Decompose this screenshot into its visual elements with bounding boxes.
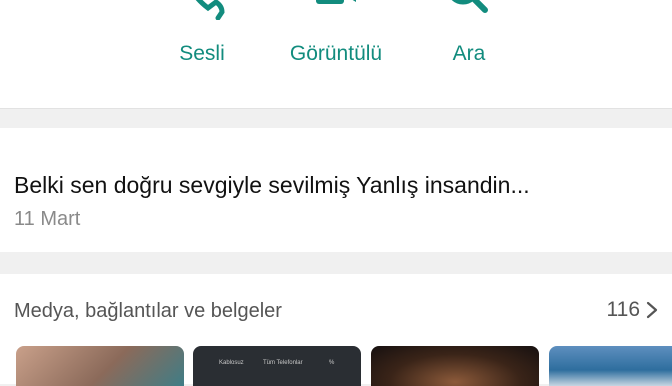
media-count: 116 (606, 298, 640, 321)
video-camera-icon (316, 0, 356, 4)
voice-call-button[interactable]: Sesli (142, 0, 262, 100)
thumbnail-text: Kablosuz (219, 360, 244, 366)
about-status-text: Belki sen doğru sevgiyle sevilmiş Yanlış… (14, 172, 530, 198)
video-call-label: Görüntülü (289, 42, 383, 65)
media-links-docs-section: Medya, bağlantılar ve belgeler 116 Kablo… (0, 274, 672, 386)
about-status-card[interactable]: Belki sen doğru sevgiyle sevilmiş Yanlış… (0, 128, 672, 252)
search-icon (451, 0, 488, 13)
voice-call-label: Sesli (179, 42, 225, 65)
media-count-link[interactable]: 116 (607, 298, 658, 322)
phone-icon (195, 0, 225, 20)
contact-actions: Sesli Görüntülü Ara (0, 0, 672, 109)
media-thumbnail[interactable]: Kablosuz Tüm Telefonlar % (193, 346, 361, 386)
media-thumbnail[interactable] (371, 346, 539, 386)
video-call-button[interactable]: Görüntülü (276, 0, 396, 100)
media-thumbnail[interactable] (549, 346, 672, 386)
media-section-title[interactable]: Medya, bağlantılar ve belgeler (14, 300, 282, 323)
search-button[interactable]: Ara (409, 0, 529, 100)
media-thumbnail[interactable] (16, 346, 184, 386)
search-label: Ara (452, 42, 486, 65)
about-status-date: 11 Mart (14, 208, 81, 230)
chevron-right-icon (646, 301, 658, 319)
thumbnail-text: Tüm Telefonlar (263, 360, 303, 366)
thumbnail-text: % (329, 360, 335, 366)
